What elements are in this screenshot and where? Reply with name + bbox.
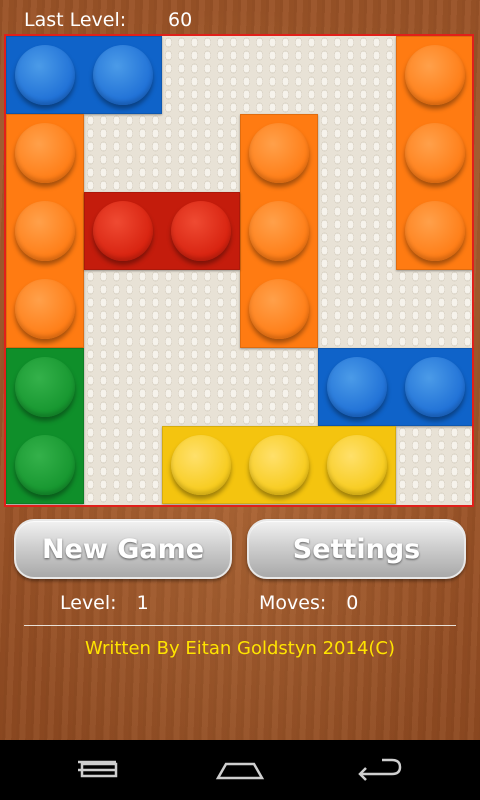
stud xyxy=(15,201,75,261)
yellow-block[interactable] xyxy=(162,426,396,504)
level-value: 1 xyxy=(136,592,149,614)
back-icon xyxy=(78,760,118,778)
stud xyxy=(249,201,309,261)
blue-block-top[interactable] xyxy=(6,36,162,114)
stud xyxy=(171,435,231,495)
recent-apps-button[interactable] xyxy=(340,750,420,790)
level-stat: Level: 1 xyxy=(60,592,149,614)
stud xyxy=(15,435,75,495)
green-block[interactable] xyxy=(6,348,84,504)
system-nav-bar xyxy=(0,740,480,800)
divider xyxy=(24,625,456,626)
game-board xyxy=(4,34,474,507)
settings-button[interactable]: Settings xyxy=(247,519,466,579)
orange-block-right-top[interactable] xyxy=(396,36,472,270)
stud xyxy=(405,357,465,417)
stud xyxy=(405,201,465,261)
back-button[interactable] xyxy=(60,750,140,790)
new-game-button[interactable]: New Game xyxy=(14,519,232,579)
stud xyxy=(93,45,153,105)
blue-block-right[interactable] xyxy=(318,348,472,426)
stud xyxy=(249,123,309,183)
stud xyxy=(15,279,75,339)
stud xyxy=(93,201,153,261)
last-level-value: 60 xyxy=(168,9,193,31)
stud xyxy=(15,357,75,417)
moves-label: Moves: xyxy=(259,592,327,614)
last-level-label: Last Level: xyxy=(24,9,127,31)
header: Last Level: 60 xyxy=(0,0,480,34)
level-label: Level: xyxy=(60,592,117,614)
stud xyxy=(15,123,75,183)
stud xyxy=(249,435,309,495)
credit-text: Written By Eitan Goldstyn 2014(C) xyxy=(84,638,396,659)
orange-block-left[interactable] xyxy=(6,114,84,348)
orange-block-center[interactable] xyxy=(240,114,318,348)
stud xyxy=(171,201,231,261)
stud xyxy=(327,357,387,417)
moves-stat: Moves: 0 xyxy=(259,592,358,614)
stud xyxy=(327,435,387,495)
home-icon xyxy=(215,762,265,780)
stud xyxy=(405,45,465,105)
stud xyxy=(249,279,309,339)
home-button[interactable] xyxy=(200,750,280,790)
stud xyxy=(15,45,75,105)
moves-value: 0 xyxy=(346,592,359,614)
red-target-block[interactable] xyxy=(84,192,240,270)
stud xyxy=(405,123,465,183)
recent-apps-icon xyxy=(358,758,402,781)
